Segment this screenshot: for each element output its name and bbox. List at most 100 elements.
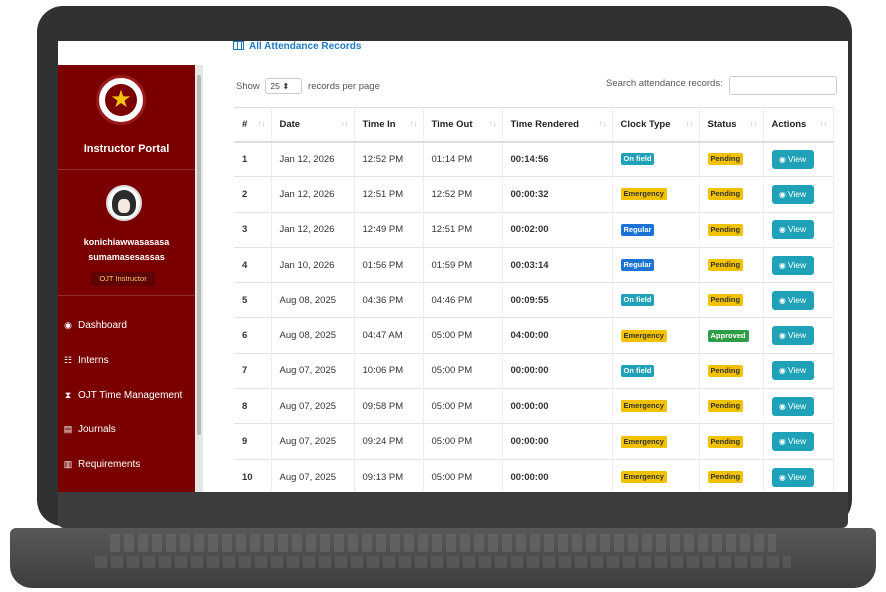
sidebar-item-ojt-time-management[interactable]: ⧗ OJT Time Management (58, 385, 195, 405)
time-out-cell: 01:14 PM (423, 140, 503, 177)
clock-type-cell: Emergency (612, 176, 700, 213)
status-cell: Approved (699, 317, 764, 354)
actions-cell: ◉ View (763, 246, 834, 283)
time-in-cell: 04:47 AM (354, 317, 424, 354)
time-rendered-cell: 00:00:00 (502, 458, 613, 492)
table-row: 8 Aug 07, 2025 09:58 PM 05:00 PM 00:00:00 Eme… (234, 388, 834, 424)
date-cell: Aug 07, 2025 (271, 423, 355, 460)
view-button[interactable]: ◉ View (771, 396, 814, 416)
sidebar-item-dashboard[interactable]: ◉ Dashboard (58, 315, 195, 335)
sidebar: ★ Instructor Portal konichiawwasasasa su… (58, 65, 195, 492)
view-button[interactable]: ◉ View (771, 432, 814, 452)
users-icon: ☷ (63, 355, 73, 365)
role-badge: OJT Instructor (91, 272, 155, 286)
time-rendered-cell: 00:03:14 (502, 246, 613, 283)
eye-icon: ◉ (778, 437, 786, 447)
clock-type-cell: On field (612, 140, 700, 177)
clock-type-badge: Regular (620, 223, 655, 236)
row-number: 7 (234, 352, 272, 389)
column-header[interactable]: Clock Type ↑↓ (612, 107, 700, 143)
time-in-cell: 12:51 PM (354, 176, 424, 213)
column-header[interactable]: Time In ↑↓ (354, 107, 424, 143)
table-row: 7 Aug 07, 2025 10:06 PM 05:00 PM 00:00:00 On … (234, 352, 834, 389)
clock-type-badge: On field (620, 364, 655, 377)
eye-icon: ◉ (778, 260, 786, 270)
file-icon: ▥ (63, 459, 73, 469)
view-button[interactable]: ◉ View (771, 220, 814, 240)
date-cell: Aug 07, 2025 (271, 388, 355, 424)
clock-type-cell: On field (612, 282, 700, 318)
column-header[interactable]: Actions ↑↓ (763, 107, 834, 143)
column-header[interactable]: Time Rendered ↑↓ (502, 107, 613, 143)
date-cell: Aug 07, 2025 (271, 352, 355, 389)
actions-cell: ◉ View (763, 282, 834, 318)
search-label: Search attendance records: (606, 78, 723, 89)
row-number: 3 (234, 211, 272, 248)
view-button[interactable]: ◉ View (771, 149, 814, 169)
sidebar-item-label: Requirements (78, 459, 141, 470)
search-input[interactable] (729, 76, 837, 95)
time-rendered-cell: 00:02:00 (502, 211, 613, 248)
sidebar-item-label: Journals (78, 424, 116, 435)
laptop-hinge (58, 492, 848, 528)
time-out-cell: 05:00 PM (423, 352, 503, 389)
time-rendered-cell: 00:00:00 (502, 352, 613, 389)
eye-icon: ◉ (778, 366, 786, 376)
view-button[interactable]: ◉ View (771, 255, 814, 275)
page-title: All Attendance Records (233, 41, 361, 52)
column-header[interactable]: Time Out ↑↓ (423, 107, 503, 143)
time-in-cell: 12:49 PM (354, 211, 424, 248)
time-in-cell: 09:24 PM (354, 423, 424, 460)
table-header-row: # ↑↓ Date ↑↓ Time In ↑↓ Time Out ↑↓ Time Ren… (234, 107, 834, 143)
sidebar-item-journals[interactable]: ▤ Journals (58, 419, 195, 439)
view-button[interactable]: ◉ View (771, 326, 814, 346)
time-in-cell: 10:06 PM (354, 352, 424, 389)
status-cell: Pending (699, 140, 764, 177)
table-row: 2 Jan 12, 2026 12:51 PM 12:52 PM 00:00:32 Eme… (234, 176, 834, 213)
sidebar-item-label: Dashboard (78, 320, 127, 331)
time-out-cell: 12:51 PM (423, 211, 503, 248)
avatar[interactable] (106, 185, 142, 221)
status-cell: Pending (699, 176, 764, 213)
status-cell: Pending (699, 246, 764, 283)
hourglass-icon: ⧗ (64, 390, 72, 400)
time-out-cell: 12:52 PM (423, 176, 503, 213)
row-number: 9 (234, 423, 272, 460)
clock-type-cell: Regular (612, 211, 700, 248)
keyboard (110, 534, 776, 552)
sidebar-item-interns[interactable]: ☷ Interns (58, 350, 195, 370)
row-number: 1 (234, 140, 272, 177)
status-cell: Pending (699, 423, 764, 460)
view-button[interactable]: ◉ View (771, 290, 814, 310)
date-cell: Jan 12, 2026 (271, 211, 355, 248)
length-control: Show 25 ⬍ records per page (236, 78, 380, 94)
attendance-table: # ↑↓ Date ↑↓ Time In ↑↓ Time Out ↑↓ Time Ren… (234, 107, 834, 492)
date-cell: Jan 12, 2026 (271, 140, 355, 177)
time-in-cell: 09:58 PM (354, 388, 424, 424)
status-badge: Pending (707, 435, 744, 448)
user-name: konichiawwasasasa sumamasesassas (58, 235, 195, 265)
clock-type-badge: Emergency (620, 400, 667, 413)
view-button[interactable]: ◉ View (771, 184, 814, 204)
time-in-cell: 09:13 PM (354, 458, 424, 492)
table-icon (233, 41, 244, 50)
column-header[interactable]: Date ↑↓ (271, 107, 355, 143)
view-button[interactable]: ◉ View (771, 467, 814, 487)
per-page-select[interactable]: 25 ⬍ (265, 78, 303, 94)
eye-icon: ◉ (778, 472, 786, 482)
sidebar-item-requirements[interactable]: ▥ Requirements (58, 454, 195, 474)
time-in-cell: 01:56 PM (354, 246, 424, 283)
user-name-line1: konichiawwasasasa (83, 237, 170, 247)
clock-type-badge: Emergency (620, 188, 667, 201)
clock-type-cell: Regular (612, 246, 700, 283)
view-button[interactable]: ◉ View (771, 361, 814, 381)
time-out-cell: 05:00 PM (423, 458, 503, 492)
date-cell: Aug 08, 2025 (271, 317, 355, 354)
column-header[interactable]: Status ↑↓ (699, 107, 764, 143)
sidebar-scrollbar[interactable] (195, 65, 203, 492)
column-header[interactable]: # ↑↓ (234, 107, 272, 143)
table-row: 1 Jan 12, 2026 12:52 PM 01:14 PM 00:14:56 On … (234, 140, 834, 177)
row-number: 10 (234, 458, 272, 492)
status-cell: Pending (699, 282, 764, 318)
actions-cell: ◉ View (763, 423, 834, 460)
